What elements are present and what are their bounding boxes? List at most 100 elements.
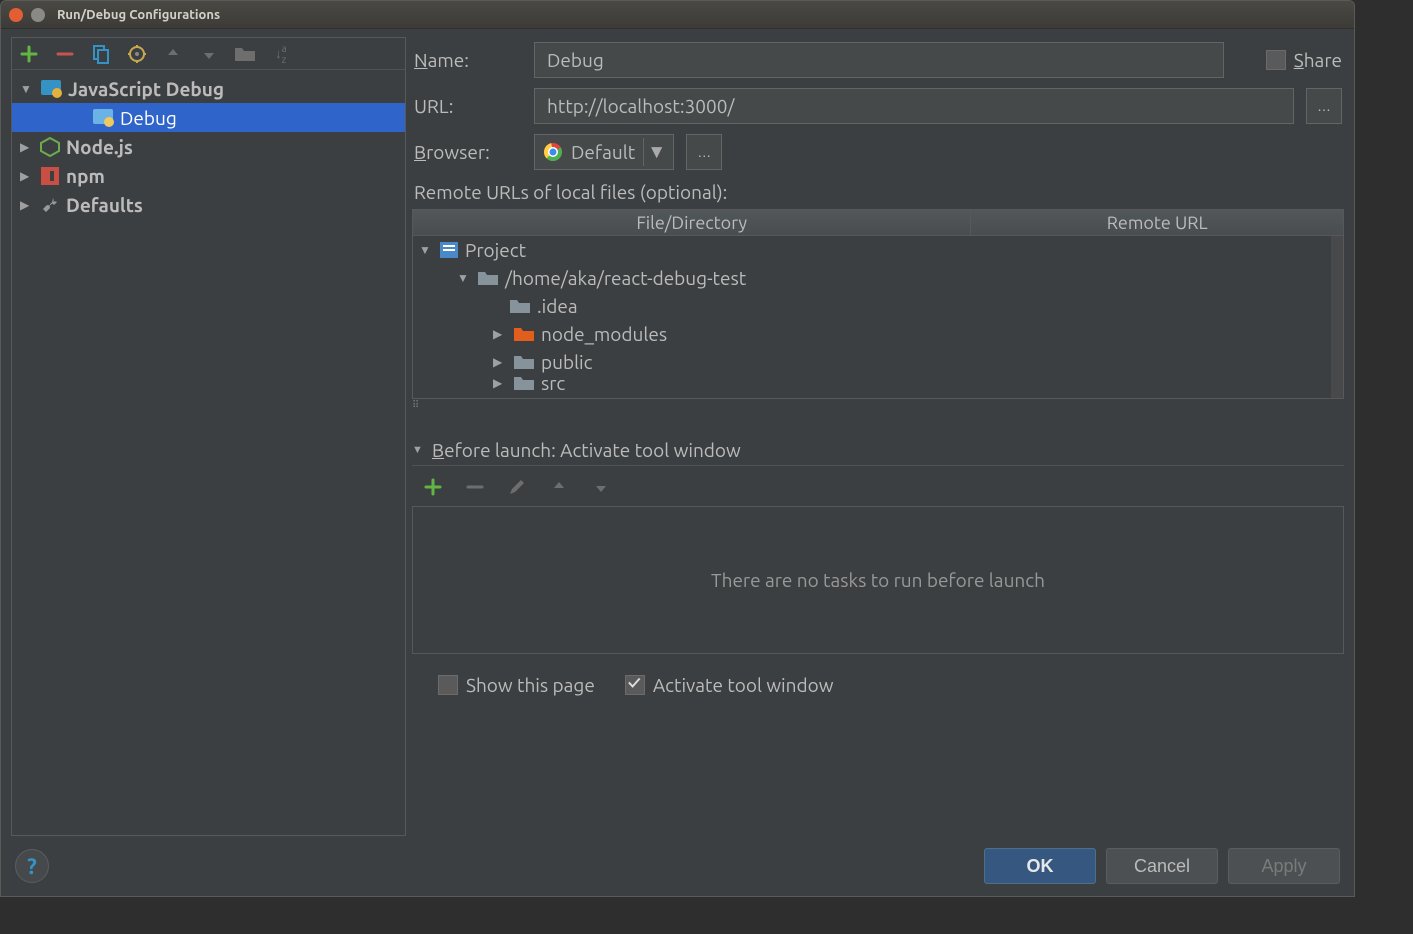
browser-label: Browser: [414, 141, 522, 163]
config-panel: Name: Share URL: … Browser: [412, 37, 1344, 836]
show-this-page-checkbox[interactable]: Show this page [438, 674, 595, 696]
file-tree-row-src[interactable]: ▶ src [413, 376, 1343, 390]
tree-node-javascript-debug[interactable]: ▼ JavaScript Debug [12, 74, 405, 103]
project-icon [439, 241, 459, 259]
folder-icon [513, 353, 535, 371]
configurations-tree[interactable]: ▼ JavaScript Debug Debug ▶ [12, 70, 405, 835]
folder-icon [234, 43, 256, 65]
chevron-down-icon[interactable]: ▼ [412, 444, 426, 456]
file-tree-row-nodemodules[interactable]: ▶ node_modules [413, 320, 1343, 348]
share-checkbox[interactable]: Share [1266, 49, 1342, 71]
chevron-down-icon[interactable]: ▼ [419, 243, 433, 257]
move-down-icon [590, 476, 612, 498]
url-input[interactable] [534, 88, 1294, 124]
name-label: Name: [414, 49, 522, 71]
tree-node-nodejs[interactable]: ▶ Node.js [12, 132, 405, 161]
folder-icon [509, 297, 531, 315]
remove-icon[interactable] [54, 43, 76, 65]
activate-tool-window-checkbox[interactable]: Activate tool window [625, 674, 834, 696]
before-launch-label: Before launch: Activate tool window [432, 439, 741, 461]
tree-label: .idea [537, 295, 578, 317]
tree-label: /home/aka/react-debug-test [505, 267, 746, 289]
run-debug-config-dialog: Run/Debug Configurations [0, 0, 1355, 897]
configurations-sidebar: ↓az ▼ JavaScript Debug Debug [11, 37, 406, 836]
tree-label: Defaults [66, 194, 143, 216]
chevron-right-icon[interactable]: ▶ [493, 376, 507, 390]
wrench-icon [40, 195, 60, 215]
before-launch-tasks-empty: There are no tasks to run before launch [412, 506, 1344, 654]
url-label: URL: [414, 95, 522, 117]
add-icon[interactable] [18, 43, 40, 65]
file-tree-row-path[interactable]: ▼ /home/aka/react-debug-test [413, 264, 1343, 292]
checkbox-icon[interactable] [438, 675, 458, 695]
tree-node-npm[interactable]: ▶ npm [12, 161, 405, 190]
js-debug-icon [92, 108, 114, 128]
scrollbar[interactable] [1331, 236, 1343, 398]
nodejs-icon [40, 137, 60, 157]
ok-button[interactable]: OK [984, 848, 1096, 884]
tree-label: Debug [120, 107, 177, 129]
url-more-button[interactable]: … [1306, 88, 1342, 124]
before-launch-header[interactable]: ▼ Before launch: Activate tool window [412, 435, 1344, 466]
chevron-down-icon[interactable]: ▼ [20, 82, 34, 96]
chevron-right-icon[interactable]: ▶ [20, 198, 34, 212]
npm-icon [40, 166, 60, 186]
settings-icon[interactable] [126, 43, 148, 65]
browser-select[interactable]: Default ▼ [534, 134, 674, 170]
minimize-icon[interactable] [31, 8, 45, 22]
close-icon[interactable] [9, 8, 23, 22]
sidebar-toolbar: ↓az [12, 38, 405, 70]
empty-text: There are no tasks to run before launch [711, 569, 1045, 591]
add-icon[interactable] [422, 476, 444, 498]
chevron-right-icon[interactable]: ▶ [20, 140, 34, 154]
js-debug-icon [40, 79, 62, 99]
sort-icon: ↓az [270, 43, 292, 65]
file-tree-row-idea[interactable]: .idea [413, 292, 1343, 320]
row-name: Name: Share [412, 37, 1344, 83]
titlebar: Run/Debug Configurations [1, 1, 1354, 29]
remote-urls-label: Remote URLs of local files (optional): [412, 175, 1344, 209]
chevron-down-icon[interactable]: ▼ [457, 271, 471, 285]
move-up-icon [548, 476, 570, 498]
move-down-icon [198, 43, 220, 65]
checkbox-icon[interactable] [625, 675, 645, 695]
browser-more-button[interactable]: … [686, 134, 722, 170]
tree-label: npm [66, 165, 105, 187]
chevron-right-icon[interactable]: ▶ [20, 169, 34, 183]
chevron-down-icon[interactable]: ▼ [643, 138, 669, 166]
help-button[interactable]: ? [15, 849, 49, 883]
row-url: URL: … [412, 83, 1344, 129]
tree-label: Node.js [66, 136, 133, 158]
move-up-icon [162, 43, 184, 65]
remove-icon [464, 476, 486, 498]
table-body[interactable]: ▼ Project ▼ /home/aka/react-debug-test [413, 236, 1343, 398]
col-file-directory[interactable]: File/Directory [413, 210, 971, 235]
tree-node-debug[interactable]: Debug [12, 103, 405, 132]
tree-node-defaults[interactable]: ▶ Defaults [12, 190, 405, 219]
folder-icon [477, 269, 499, 287]
chevron-right-icon[interactable]: ▶ [493, 327, 507, 341]
row-browser: Browser: Default ▼ … [412, 129, 1344, 175]
edit-icon [506, 476, 528, 498]
copy-icon[interactable] [90, 43, 112, 65]
browser-value: Default [571, 141, 635, 163]
tree-label: Project [465, 239, 526, 261]
window-title: Run/Debug Configurations [57, 8, 220, 22]
apply-button[interactable]: Apply [1228, 848, 1340, 884]
remote-urls-table: File/Directory Remote URL ▼ Project ▼ [412, 209, 1344, 399]
tree-label: node_modules [541, 323, 667, 345]
splitter-grip[interactable]: ⠿ [412, 399, 1344, 409]
file-tree-row-project[interactable]: ▼ Project [413, 236, 1343, 264]
before-launch-section: ▼ Before launch: Activate tool window [412, 435, 1344, 706]
activate-label: Activate tool window [653, 674, 834, 696]
file-tree-row-public[interactable]: ▶ public [413, 348, 1343, 376]
tree-label: public [541, 351, 593, 373]
cancel-button[interactable]: Cancel [1106, 848, 1218, 884]
name-input[interactable] [534, 42, 1224, 78]
show-page-label: Show this page [466, 674, 595, 696]
checkbox-icon[interactable] [1266, 50, 1286, 70]
chevron-right-icon[interactable]: ▶ [493, 355, 507, 369]
tree-label: src [541, 376, 565, 390]
col-remote-url[interactable]: Remote URL [971, 210, 1343, 235]
folder-icon [513, 376, 535, 390]
